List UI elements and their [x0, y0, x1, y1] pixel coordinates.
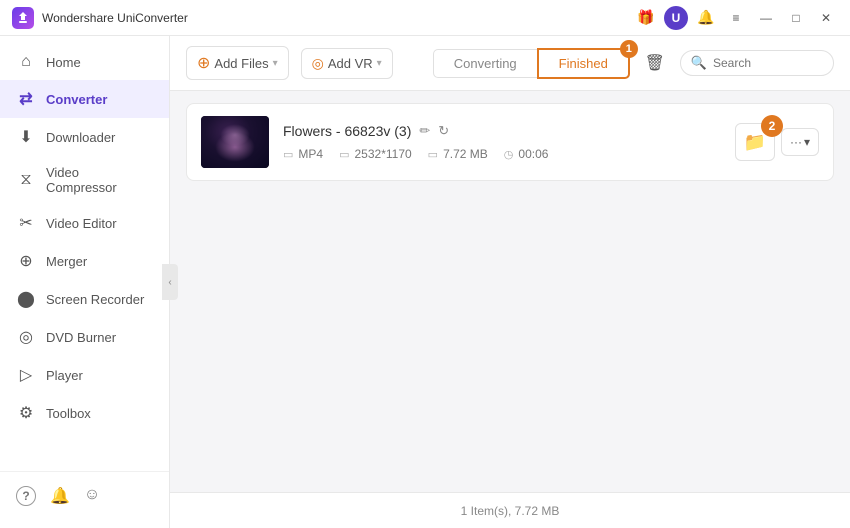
notification-icon[interactable]: 🔔	[694, 6, 718, 30]
add-vr-label: Add VR	[328, 56, 373, 71]
folder-badge: 2	[761, 115, 783, 137]
app-title: Wondershare UniConverter	[42, 11, 634, 25]
format-icon: ▭	[283, 148, 293, 161]
duration-icon: ◷	[504, 148, 514, 161]
maximize-button[interactable]: □	[784, 6, 808, 30]
file-size: ▭ 7.72 MB	[428, 147, 488, 161]
tab-group: Converting Finished 1	[433, 48, 630, 79]
sidebar-item-label: Converter	[46, 92, 107, 107]
help-icon[interactable]: ?	[16, 486, 36, 506]
file-format: ▭ MP4	[283, 147, 323, 161]
finished-tab-badge: 1	[620, 40, 638, 58]
sidebar-item-label: Video Editor	[46, 216, 117, 231]
file-size-value: 7.72 MB	[443, 147, 488, 161]
add-vr-button[interactable]: ◎ Add VR ▾	[301, 48, 393, 79]
video-compressor-icon: ⧖	[16, 171, 36, 189]
sidebar-item-label: Screen Recorder	[46, 292, 144, 307]
sidebar-item-dvd-burner[interactable]: ◎ DVD Burner	[0, 318, 169, 356]
toolbox-icon: ⚙	[16, 403, 36, 423]
screen-recorder-icon: ⬤	[16, 289, 36, 309]
file-resolution: ▭ 2532*1170	[339, 147, 412, 161]
add-vr-icon: ◎	[312, 55, 324, 72]
more-options-button[interactable]: ··· ▾	[781, 128, 819, 156]
sidebar-item-label: Player	[46, 368, 83, 383]
content-area: ⊕ Add Files ▾ ◎ Add VR ▾ Converting Fini…	[170, 36, 850, 528]
edit-icon[interactable]: ✏	[419, 123, 430, 139]
resolution-icon: ▭	[339, 148, 349, 161]
close-button[interactable]: ✕	[814, 6, 838, 30]
file-format-value: MP4	[298, 147, 323, 161]
titlebar: Wondershare UniConverter 🎁 U 🔔 ≡ — □ ✕	[0, 0, 850, 36]
folder-icon: 📁	[744, 132, 766, 153]
dvd-burner-icon: ◎	[16, 327, 36, 347]
file-resolution-value: 2532*1170	[355, 147, 412, 161]
sidebar-item-label: Downloader	[46, 130, 115, 145]
gift-icon[interactable]: 🎁	[634, 6, 658, 30]
refresh-icon[interactable]: ↻	[438, 123, 449, 139]
file-duration-value: 00:06	[518, 147, 548, 161]
tab-finished[interactable]: Finished	[537, 48, 630, 79]
file-thumbnail-image	[201, 116, 269, 168]
sidebar-item-label: DVD Burner	[46, 330, 116, 345]
sidebar-item-label: Home	[46, 55, 81, 70]
file-thumbnail	[201, 116, 269, 168]
sidebar-item-video-compressor[interactable]: ⧖ Video Compressor	[0, 156, 169, 204]
sidebar-item-converter[interactable]: ⇄ Converter	[0, 80, 169, 118]
file-card: Flowers - 66823v (3) ✏ ↻ ▭ MP4 ▭ 2532*11…	[186, 103, 834, 181]
file-actions: 📁 2 ··· ▾	[735, 123, 819, 161]
user-account-icon[interactable]: U	[664, 6, 688, 30]
trash-icon: 🗑	[645, 53, 665, 73]
sidebar-item-label: Merger	[46, 254, 87, 269]
search-input[interactable]	[713, 56, 823, 70]
minimize-button[interactable]: —	[754, 6, 778, 30]
sidebar-item-label: Toolbox	[46, 406, 91, 421]
sidebar-item-screen-recorder[interactable]: ⬤ Screen Recorder	[0, 280, 169, 318]
search-icon: 🔍	[691, 55, 707, 71]
more-dropdown-icon: ▾	[804, 135, 810, 149]
add-files-button[interactable]: ⊕ Add Files ▾	[186, 46, 289, 80]
more-icon: ···	[790, 135, 802, 149]
add-files-dropdown-icon: ▾	[273, 58, 278, 69]
status-text: 1 Item(s), 7.72 MB	[461, 504, 560, 518]
file-info: Flowers - 66823v (3) ✏ ↻ ▭ MP4 ▭ 2532*11…	[283, 123, 721, 161]
main-layout: ⌂ Home ⇄ Converter ⬇ Downloader ⧖ Video …	[0, 36, 850, 528]
sidebar: ⌂ Home ⇄ Converter ⬇ Downloader ⧖ Video …	[0, 36, 170, 528]
finished-tab-wrapper: Finished 1	[538, 48, 630, 79]
sidebar-item-toolbox[interactable]: ⚙ Toolbox	[0, 394, 169, 432]
search-bar: 🔍	[680, 50, 834, 76]
sidebar-bottom: ? 🔔 ☺	[0, 471, 169, 520]
size-icon: ▭	[428, 148, 438, 161]
sidebar-item-player[interactable]: ▷ Player	[0, 356, 169, 394]
app-logo	[12, 7, 34, 29]
add-files-label: Add Files	[214, 56, 268, 71]
sidebar-item-merger[interactable]: ⊕ Merger	[0, 242, 169, 280]
home-icon: ⌂	[16, 53, 36, 71]
sidebar-collapse-button[interactable]: ‹	[162, 264, 178, 300]
add-files-icon: ⊕	[197, 53, 210, 73]
sidebar-item-downloader[interactable]: ⬇ Downloader	[0, 118, 169, 156]
titlebar-actions: 🎁 U 🔔 ≡ — □ ✕	[634, 6, 838, 30]
merger-icon: ⊕	[16, 251, 36, 271]
converter-icon: ⇄	[16, 89, 36, 109]
file-duration: ◷ 00:06	[504, 147, 549, 161]
player-icon: ▷	[16, 365, 36, 385]
file-metadata: ▭ MP4 ▭ 2532*1170 ▭ 7.72 MB ◷	[283, 147, 721, 161]
downloader-icon: ⬇	[16, 127, 36, 147]
file-list-area: Flowers - 66823v (3) ✏ ↻ ▭ MP4 ▭ 2532*11…	[170, 91, 850, 492]
tab-converting[interactable]: Converting	[433, 49, 538, 78]
feedback-icon[interactable]: ☺	[84, 486, 100, 506]
video-editor-icon: ✂	[16, 213, 36, 233]
add-vr-dropdown-icon: ▾	[377, 58, 382, 69]
sidebar-item-home[interactable]: ⌂ Home	[0, 44, 169, 80]
clear-button[interactable]: 🗑	[642, 50, 668, 76]
file-name-row: Flowers - 66823v (3) ✏ ↻	[283, 123, 721, 139]
sidebar-item-label: Video Compressor	[46, 165, 153, 195]
notification-bell-icon[interactable]: 🔔	[50, 486, 70, 506]
statusbar: 1 Item(s), 7.72 MB	[170, 492, 850, 528]
sidebar-item-video-editor[interactable]: ✂ Video Editor	[0, 204, 169, 242]
folder-btn-wrapper: 📁 2	[735, 123, 775, 161]
toolbar: ⊕ Add Files ▾ ◎ Add VR ▾ Converting Fini…	[170, 36, 850, 91]
menu-icon[interactable]: ≡	[724, 6, 748, 30]
file-name: Flowers - 66823v (3)	[283, 123, 411, 139]
